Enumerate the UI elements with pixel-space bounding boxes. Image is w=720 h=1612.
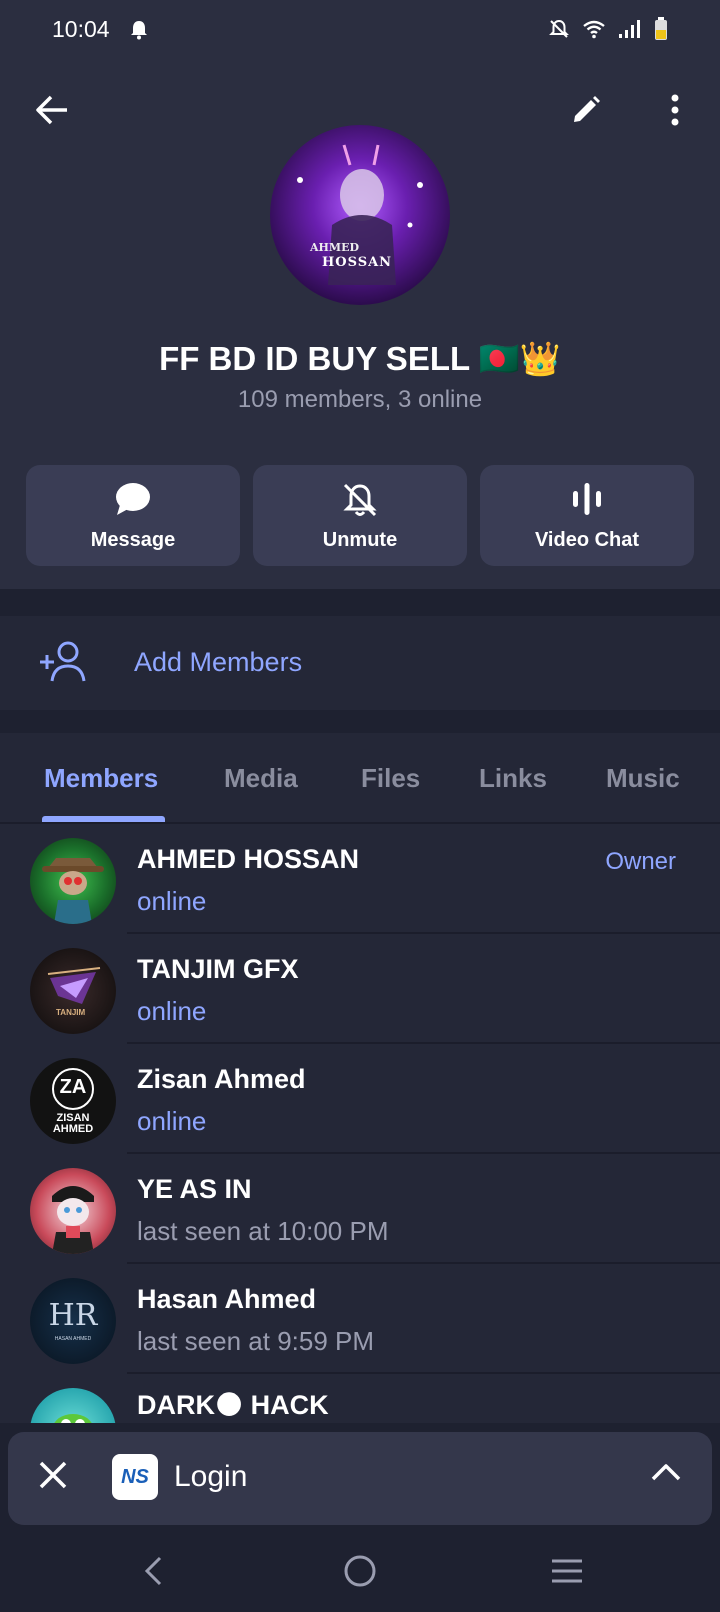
nav-home-icon	[343, 1554, 377, 1593]
member-name: AHMED HOSSAN	[137, 844, 360, 874]
member-name: Hasan Ahmed	[137, 1284, 317, 1314]
avatar-text: TANJIM	[56, 1008, 86, 1017]
avatar	[30, 838, 116, 924]
wifi-icon	[582, 19, 606, 44]
group-title: FF BD ID BUY SELL 🇧🇩👑	[159, 340, 561, 377]
battery-icon	[654, 17, 668, 46]
member-name: DARK🌑 HACK	[137, 1390, 329, 1420]
avatar	[30, 1168, 116, 1254]
logo-text: NS	[121, 1465, 149, 1488]
tab-media[interactable]: Media	[224, 763, 298, 794]
member-status: online	[137, 996, 207, 1026]
add-members-row[interactable]: Add Members	[0, 616, 720, 710]
nav-back-icon	[142, 1555, 164, 1592]
group-member-count: 109 members, 3 online	[237, 386, 483, 413]
back-button[interactable]	[30, 90, 74, 134]
chevron-up-icon[interactable]	[650, 1462, 682, 1487]
close-icon[interactable]	[38, 1460, 68, 1495]
more-vert-icon	[670, 94, 680, 131]
member-name: Zisan Ahmed	[137, 1064, 306, 1094]
member-row[interactable]: DARK🌑 HACK	[0, 1374, 720, 1423]
message-button[interactable]: Message	[26, 465, 240, 566]
more-options-button[interactable]	[653, 90, 697, 134]
mute-status-icon	[548, 18, 570, 45]
nav-recents-button[interactable]	[544, 1550, 590, 1596]
member-row[interactable]: TANJIM TANJIM GFX online	[0, 934, 720, 1044]
login-app-logo: NS	[112, 1454, 158, 1500]
avatar-text-line1: AHMED	[310, 241, 360, 254]
member-status: last seen at 9:59 PM	[137, 1326, 375, 1356]
avatar: ZA ZISAN AHMED	[30, 1058, 116, 1144]
back-arrow-icon	[35, 95, 69, 130]
status-bar: 10:04	[0, 0, 720, 62]
profile-header: 10:04 AHMED HOSSAN FF BD ID BUY SELL 🇧🇩👑…	[0, 0, 720, 589]
member-row[interactable]: YE AS IN last seen at 10:00 PM	[0, 1154, 720, 1264]
notification-bell-icon	[130, 20, 148, 45]
signal-icon	[618, 19, 642, 44]
member-row[interactable]: AHMED HOSSAN online Owner	[0, 824, 720, 934]
member-name: TANJIM GFX	[137, 954, 299, 984]
chat-bubble-icon	[114, 481, 152, 522]
nav-home-button[interactable]	[337, 1550, 383, 1596]
member-row[interactable]: ZA ZISAN AHMED Zisan Ahmed online	[0, 1044, 720, 1154]
nav-menu-icon	[550, 1557, 584, 1590]
avatar: HR HASAN AHMED	[30, 1278, 116, 1364]
mini-app-bar[interactable]: NS Login	[8, 1432, 712, 1525]
unmute-button-label: Unmute	[322, 529, 398, 551]
avatar	[30, 1388, 116, 1423]
unmute-button[interactable]: Unmute	[253, 465, 467, 566]
tab-links[interactable]: Links	[479, 763, 547, 794]
status-icons	[548, 17, 668, 46]
login-label: Login	[174, 1460, 248, 1493]
avatar-text-line2: HOSSAN	[322, 255, 393, 270]
system-nav-bar	[0, 1530, 720, 1612]
bell-off-icon	[341, 481, 379, 524]
video-chat-button-label: Video Chat	[534, 529, 640, 551]
avatar: TANJIM	[30, 948, 116, 1034]
member-status: online	[137, 1106, 207, 1136]
add-person-icon	[38, 640, 88, 689]
nav-back-button[interactable]	[130, 1550, 176, 1596]
group-avatar[interactable]: AHMED HOSSAN	[270, 125, 450, 305]
voice-bars-icon	[570, 481, 604, 522]
member-status: online	[137, 886, 207, 916]
tab-files[interactable]: Files	[361, 763, 420, 794]
tab-music[interactable]: Music	[606, 763, 680, 794]
member-name: YE AS IN	[137, 1174, 252, 1204]
edit-button[interactable]	[564, 90, 608, 134]
members-section: Members Media Files Links Music AHMED HO…	[0, 733, 720, 1423]
tab-members[interactable]: Members	[44, 763, 158, 794]
avatar-subtext: HASAN AHMED	[54, 1336, 92, 1342]
status-time: 10:04	[52, 16, 110, 42]
video-chat-button[interactable]: Video Chat	[480, 465, 694, 566]
avatar-monogram: ZA	[59, 1076, 87, 1098]
member-role-badge: Owner	[605, 848, 676, 875]
avatar-text-2: AHMED	[52, 1123, 94, 1135]
message-button-label: Message	[90, 529, 176, 551]
edit-pencil-icon	[571, 95, 601, 130]
add-members-label: Add Members	[134, 647, 303, 677]
member-status: last seen at 10:00 PM	[137, 1216, 389, 1246]
avatar-monogram: HR	[48, 1298, 98, 1333]
member-row[interactable]: HR HASAN AHMED Hasan Ahmed last seen at …	[0, 1264, 720, 1374]
